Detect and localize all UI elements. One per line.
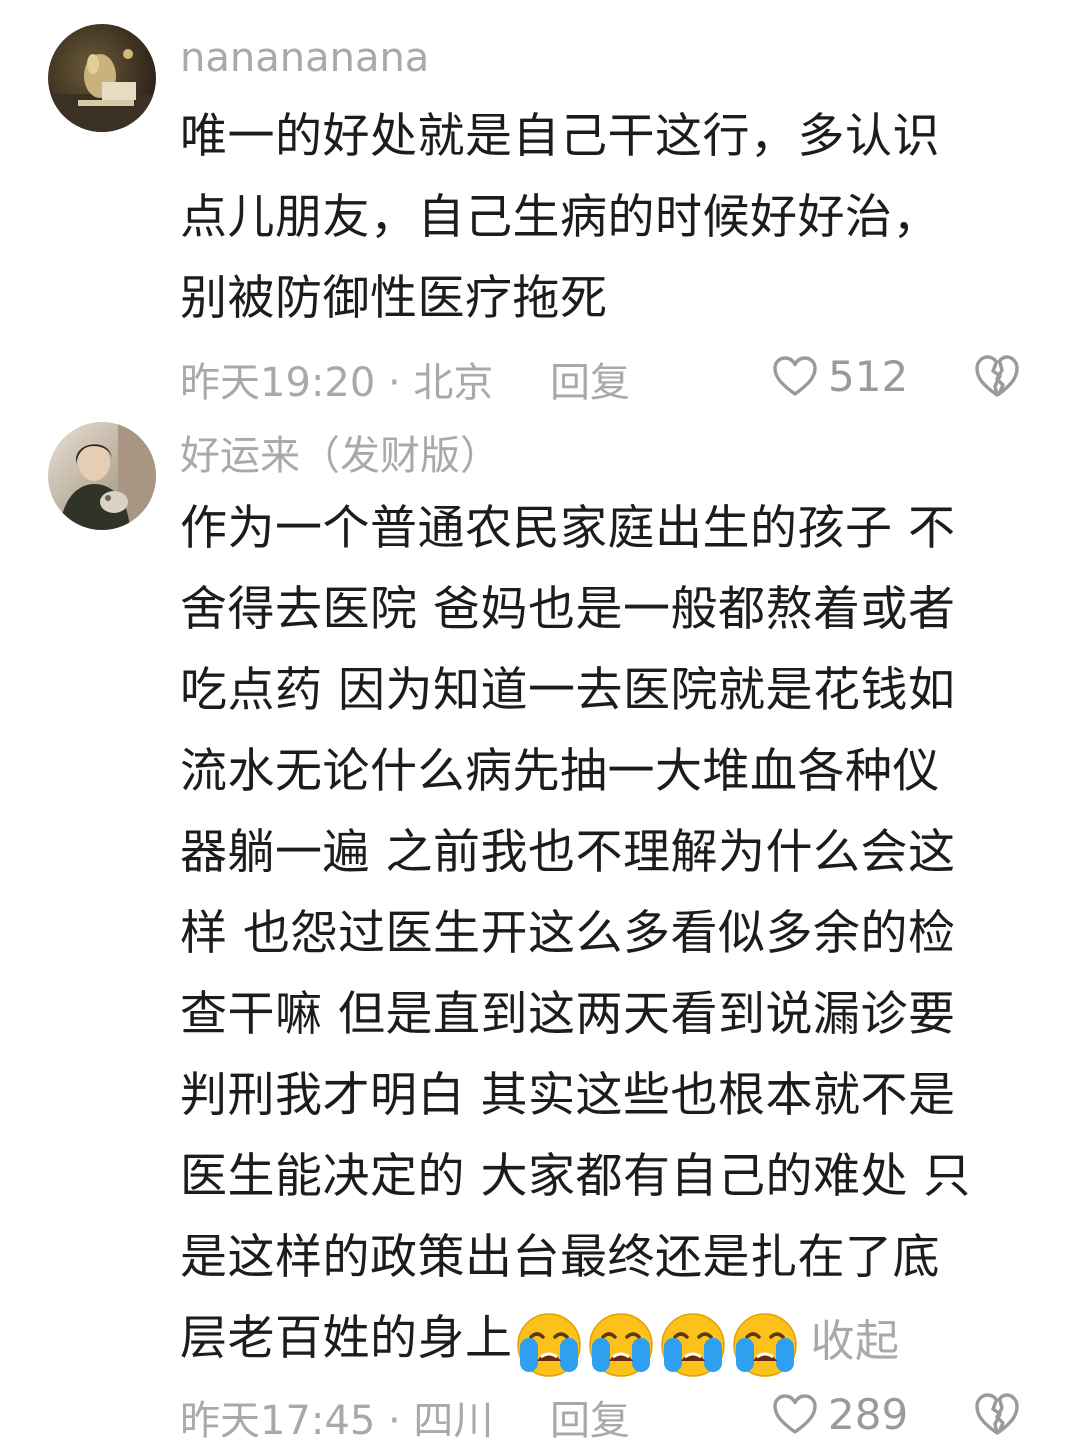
comment-line: 是这样的政策出台最终还是扎在了底 xyxy=(180,1230,940,1285)
comment-line: 判刑我才明白 其实这些也根本就不是 xyxy=(180,1068,956,1123)
comment-line: 层老百姓的身上 收起 xyxy=(180,1298,1030,1382)
collapse-button[interactable]: 收起 xyxy=(811,1316,900,1367)
avatar-person-photo xyxy=(48,422,156,530)
crying-face-emoji xyxy=(516,1312,581,1377)
avatar[interactable] xyxy=(48,24,156,132)
crying-face-emoji xyxy=(588,1312,653,1377)
heart-outline-icon xyxy=(773,356,817,396)
heart-outline-icon xyxy=(773,1394,817,1434)
comment-line: 点儿朋友，自己生病的时候好好治， xyxy=(180,190,940,245)
comment-line: 吃点药 因为知道一去医院就是花钱如 xyxy=(180,663,956,718)
comment-text: 作为一个普通农民家庭出生的孩子 不 舍得去医院 爸妈也是一般都熬着或者 吃点药 … xyxy=(180,488,1030,1382)
comment-line: 查干嘛 但是直到这两天看到说漏诊要 xyxy=(180,987,956,1042)
like-count: 512 xyxy=(828,351,909,401)
comment-line: 作为一个普通农民家庭出生的孩子 不 xyxy=(180,501,956,556)
like-count: 289 xyxy=(828,1389,909,1439)
reply-button[interactable]: 回复 xyxy=(550,1388,630,1446)
comment-text: 唯一的好处就是自己干这行，多认识 点儿朋友，自己生病的时候好好治， 别被防御性医… xyxy=(180,96,1030,339)
like-button[interactable]: 512 xyxy=(772,346,908,406)
comment-meta: 昨天17:45 · 四川 回复 289 xyxy=(180,1384,1040,1444)
comment-meta: 昨天19:20 · 北京 回复 512 xyxy=(180,346,1040,406)
time-location: 昨天19:20 · 北京 xyxy=(180,360,494,406)
broken-heart-icon[interactable] xyxy=(974,1392,1020,1436)
comment-line: 样 也怨过医生开这么多看似多余的检 xyxy=(180,906,956,961)
username[interactable]: nanananana xyxy=(180,34,429,82)
comment-line: 唯一的好处就是自己干这行，多认识 xyxy=(180,109,940,164)
comment-line: 流水无论什么病先抽一大堆血各种仪 xyxy=(180,744,940,799)
broken-heart-icon[interactable] xyxy=(974,354,1020,398)
comment-line: 舍得去医院 爸妈也是一般都熬着或者 xyxy=(180,582,956,637)
crying-face-emoji xyxy=(732,1312,797,1377)
crying-face-emoji xyxy=(660,1312,725,1377)
comment-line-text: 层老百姓的身上 xyxy=(180,1311,513,1366)
avatar[interactable] xyxy=(48,422,156,530)
comment-line: 别被防御性医疗拖死 xyxy=(180,271,608,326)
time-location: 昨天17:45 · 四川 xyxy=(180,1398,494,1444)
like-button[interactable]: 289 xyxy=(772,1384,908,1444)
emoji-row xyxy=(515,1301,803,1382)
reply-button[interactable]: 回复 xyxy=(550,350,630,408)
comment-line: 器躺一遍 之前我也不理解为什么会这 xyxy=(180,825,956,880)
avatar-dog-photo xyxy=(48,24,156,132)
username[interactable]: 好运来（发财版） xyxy=(180,432,500,480)
comment-line: 医生能决定的 大家都有自己的难处 只 xyxy=(180,1149,971,1204)
